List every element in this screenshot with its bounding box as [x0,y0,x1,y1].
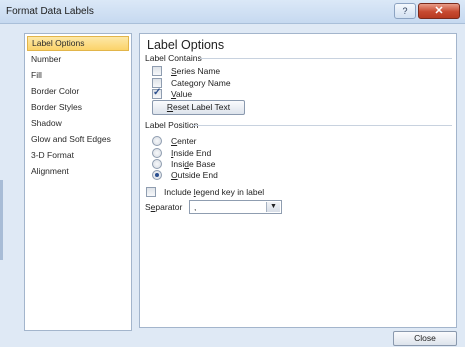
position-center-radio[interactable] [152,136,162,146]
close-button[interactable]: Close [393,331,457,346]
label-contains-title: Label Contains [145,53,202,63]
window-title: Format Data Labels [6,6,94,17]
position-inside-base-radio[interactable] [152,159,162,169]
reset-label-text-button[interactable]: Reset Label Text [152,100,245,115]
legend-key-checkbox[interactable] [146,187,156,197]
series-name-label: Series Name [171,66,221,76]
title-bar: Format Data Labels ? ✕ [0,0,465,24]
window-close-button[interactable]: ✕ [418,3,460,19]
position-center-label: Center [171,136,197,146]
nav-item-shadow[interactable]: Shadow [27,116,129,131]
help-button[interactable]: ? [394,3,416,19]
position-outside-end-radio[interactable] [152,170,162,180]
checkmark-icon: ✓ [153,87,162,98]
position-outside-end-label: Outside End [171,170,218,180]
category-nav: Label Options Number Fill Border Color B… [24,33,132,331]
position-inside-end-label: Inside End [171,148,212,158]
nav-item-border-color[interactable]: Border Color [27,84,129,99]
window-edge [0,180,3,260]
separator-value: , [194,202,197,212]
divider [200,58,452,59]
nav-item-fill[interactable]: Fill [27,68,129,83]
series-name-checkbox[interactable] [152,66,162,76]
radio-selected-dot [155,173,159,177]
position-inside-base-label: Inside Base [171,159,216,169]
divider [192,125,452,126]
panel-heading: Label Options [147,38,225,52]
chevron-down-icon[interactable]: ▼ [266,202,280,212]
nav-item-glow-soft-edges[interactable]: Glow and Soft Edges [27,132,129,147]
label-position-title: Label Position [145,120,199,130]
nav-item-alignment[interactable]: Alignment [27,164,129,179]
value-checkbox[interactable]: ✓ [152,87,162,99]
legend-key-label: Include legend key in label [164,187,265,197]
nav-item-border-styles[interactable]: Border Styles [27,100,129,115]
value-label: Value [171,89,193,99]
nav-item-number[interactable]: Number [27,52,129,67]
position-inside-end-radio[interactable] [152,148,162,158]
category-name-label: Category Name [171,78,231,88]
nav-item-3d-format[interactable]: 3-D Format [27,148,129,163]
separator-label: Separator [145,202,183,212]
separator-select[interactable]: , ▼ [189,200,282,214]
nav-item-label-options[interactable]: Label Options [27,36,129,51]
